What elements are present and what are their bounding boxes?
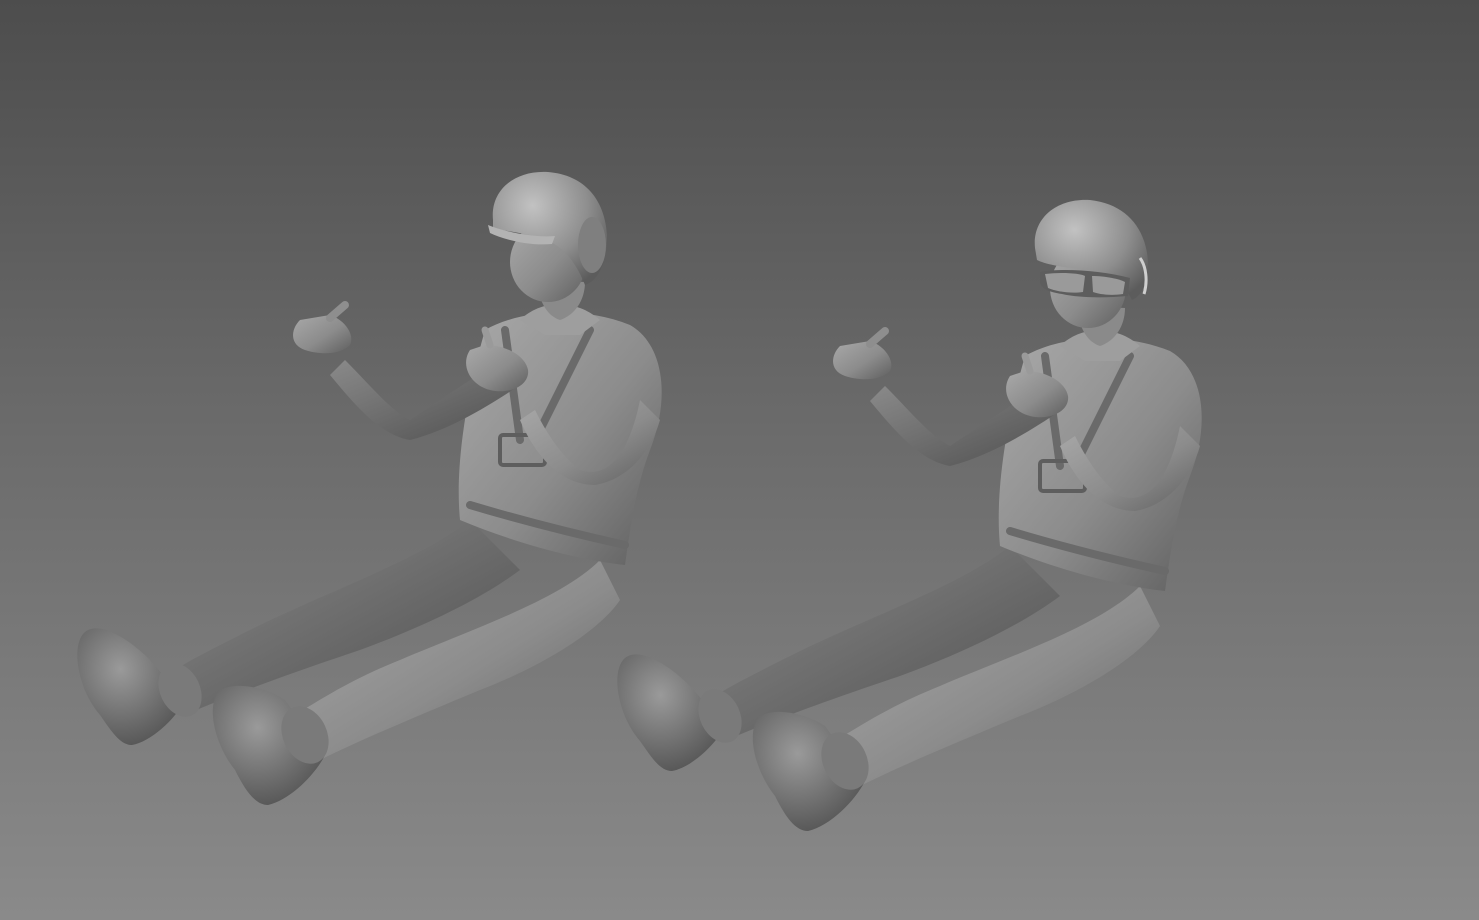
scene-canvas[interactable] <box>0 0 1479 920</box>
3d-viewport[interactable] <box>0 0 1479 920</box>
driver-figure-right[interactable] <box>617 198 1201 831</box>
driver-figure-left[interactable] <box>77 171 661 805</box>
helmet-goggles-icon <box>1033 198 1150 302</box>
